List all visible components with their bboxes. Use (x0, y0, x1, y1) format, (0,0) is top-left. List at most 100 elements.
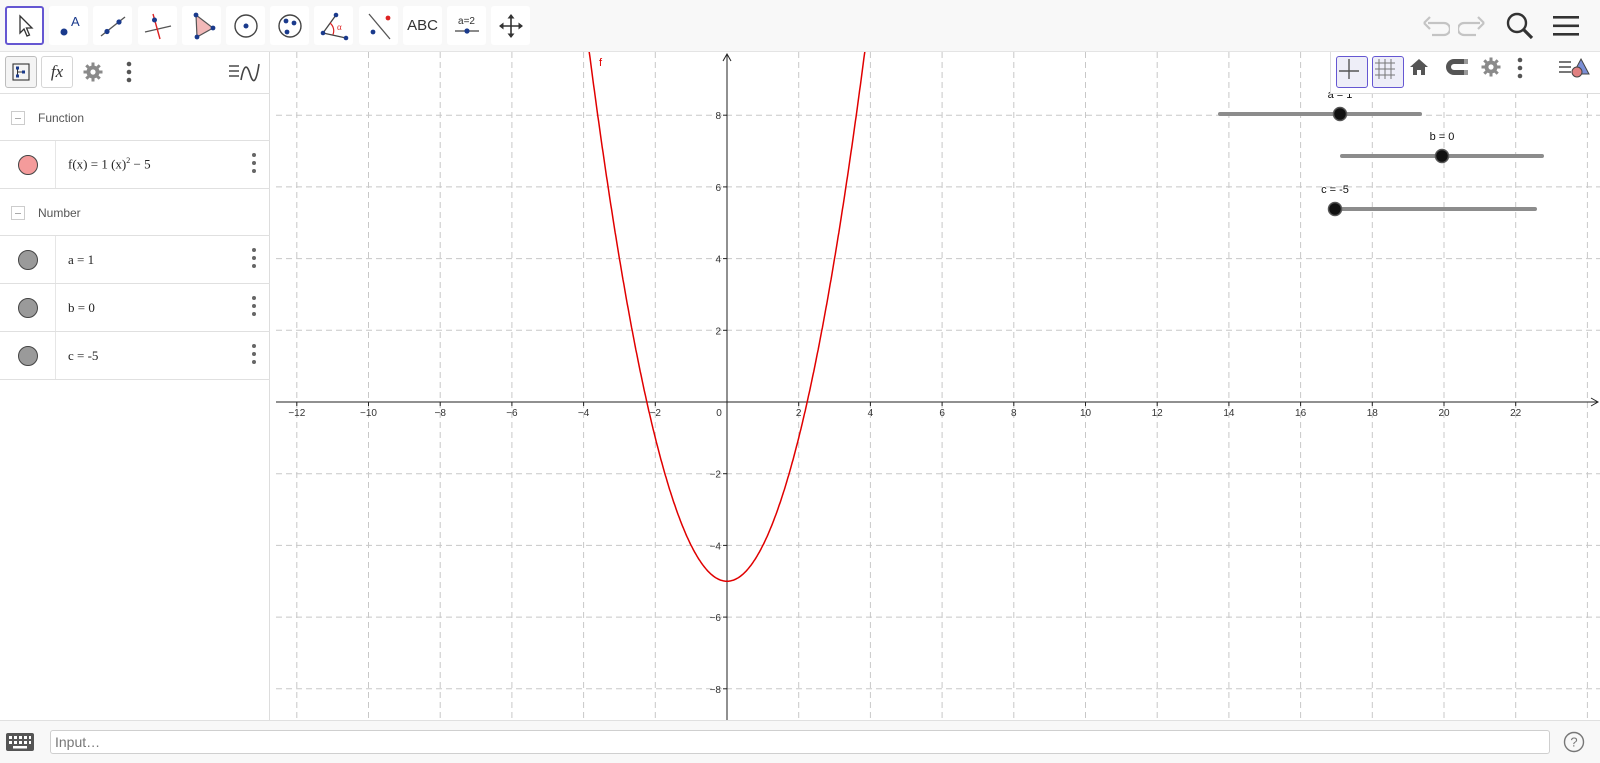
gear-icon (1481, 57, 1501, 77)
perspective-button[interactable] (224, 56, 264, 88)
algebra-settings-button[interactable] (77, 56, 109, 88)
slider-handle[interactable] (1332, 106, 1348, 122)
slider-label: c = -5 (1321, 184, 1349, 196)
function-definition[interactable]: f(x) = 1 (x)2 − 5 (68, 156, 151, 172)
collapse-function-icon[interactable] (11, 110, 25, 125)
x-tick-label: 2 (796, 408, 802, 419)
point-tool-label: A (71, 14, 80, 29)
algebra-item-f[interactable]: f(x) = 1 (x)2 − 5 (0, 141, 270, 189)
grid-toggle-button[interactable] (1372, 56, 1404, 88)
text-tool[interactable]: ABC (403, 6, 442, 45)
x-tick-label: 22 (1510, 408, 1522, 419)
more-vert-icon (126, 61, 132, 83)
circle-three-points-tool[interactable] (270, 6, 309, 45)
group-header-number[interactable]: Number (0, 190, 270, 236)
algebra-input-field[interactable] (50, 730, 1550, 754)
y-tick-label: −2 (710, 470, 722, 481)
move-tool[interactable] (5, 6, 44, 45)
geogebra-app: A α ABC a=2 fx Function f(x) = 1 (x)2 − … (0, 0, 1600, 763)
y-tick-label: 2 (715, 326, 721, 337)
more-vert-icon[interactable] (252, 344, 258, 364)
arrow-cursor-icon (18, 13, 34, 37)
move-view-tool[interactable] (491, 6, 530, 45)
number-definition-b[interactable]: b = 0 (68, 300, 95, 316)
style-bar-icon (1559, 57, 1590, 78)
y-tick-label: 6 (715, 183, 721, 194)
slider-tool[interactable]: a=2 (447, 6, 486, 45)
visibility-toggle-c[interactable] (17, 345, 38, 366)
graphics-view[interactable]: −12 −10 −8 −6 −4 −2 0 2 4 6 8 10 12 14 16 18 20 22 8 6 4 2 −2 −… (276, 52, 1600, 720)
group-header-function[interactable]: Function (0, 95, 270, 141)
function-label-f[interactable]: f (599, 57, 603, 69)
x-tick-label: −4 (578, 408, 590, 419)
marble-cell (0, 236, 56, 283)
toolbar: A α ABC a=2 (0, 0, 1600, 52)
reflect-tool[interactable] (359, 6, 398, 45)
undo-icon (1423, 16, 1450, 37)
input-bar: ? (0, 720, 1600, 763)
help-button[interactable]: ? (1563, 731, 1585, 753)
keyboard-button[interactable] (5, 732, 35, 752)
y-tick-label: −8 (710, 685, 722, 696)
tree-view-icon (12, 63, 30, 81)
visibility-toggle-a[interactable] (17, 249, 38, 270)
x-tick-label: 18 (1367, 408, 1379, 419)
more-vert-icon[interactable] (252, 248, 258, 268)
algebra-more-button[interactable] (113, 56, 145, 88)
redo-button[interactable] (1454, 8, 1490, 44)
slider-c[interactable]: c = -5 (1321, 184, 1537, 217)
number-definition-c[interactable]: c = -5 (68, 348, 98, 364)
polygon-tool[interactable] (182, 6, 221, 45)
function-constant: − 5 (130, 156, 151, 172)
home-icon (1410, 59, 1428, 75)
magnet-icon (1446, 59, 1468, 75)
algebra-item-b[interactable]: b = 0 (0, 284, 270, 332)
help-icon: ? (1563, 731, 1585, 753)
tree-view-button[interactable] (5, 56, 37, 88)
tick-labels: −12 −10 −8 −6 −4 −2 0 2 4 6 8 10 12 14 16 18 20 22 8 6 4 2 −2 −… (288, 111, 1521, 696)
more-vert-icon[interactable] (252, 153, 258, 173)
angle-tool[interactable]: α (314, 6, 353, 45)
collapse-number-icon[interactable] (11, 205, 25, 220)
angle-icon: α (320, 12, 348, 40)
axes (276, 52, 1600, 720)
svg-text:?: ? (1570, 735, 1577, 750)
angle-tool-label: α (337, 22, 342, 32)
point-capturing-button[interactable] (1444, 56, 1476, 88)
fx-icon: fx (50, 62, 64, 81)
standard-view-button[interactable] (1408, 56, 1440, 88)
point-tool[interactable]: A (49, 6, 88, 45)
more-vert-icon[interactable] (252, 296, 258, 316)
style-bar-toggle-button[interactable] (1557, 56, 1597, 88)
more-vert-icon (1517, 57, 1523, 79)
circle-center-tool[interactable] (226, 6, 265, 45)
x-tick-label: 6 (939, 408, 945, 419)
graphics-more-button[interactable] (1516, 56, 1548, 88)
algebra-description-button[interactable]: fx (41, 56, 73, 88)
undo-button[interactable] (1418, 8, 1454, 44)
keyboard-icon (6, 733, 34, 751)
graphics-style-bar (1330, 52, 1600, 94)
x-tick-label: −8 (434, 408, 446, 419)
graphics-settings-button[interactable] (1480, 56, 1512, 88)
grid-toggle-icon (1375, 59, 1395, 79)
text-tool-icon: ABC (407, 17, 438, 34)
x-tick-label: −6 (506, 408, 518, 419)
visibility-toggle-f[interactable] (17, 154, 38, 175)
number-definition-a[interactable]: a = 1 (68, 252, 94, 268)
visibility-toggle-b[interactable] (17, 297, 38, 318)
search-button[interactable] (1502, 8, 1538, 44)
main-menu-button[interactable] (1548, 8, 1584, 44)
function-lhs: f(x) (68, 156, 88, 172)
line-tool[interactable] (93, 6, 132, 45)
axes-toggle-button[interactable] (1336, 56, 1368, 88)
x-tick-label: 4 (868, 408, 874, 419)
algebra-item-c[interactable]: c = -5 (0, 332, 270, 380)
slider-handle[interactable] (1327, 201, 1343, 217)
x-tick-label: 20 (1438, 408, 1450, 419)
algebra-item-a[interactable]: a = 1 (0, 236, 270, 284)
slider-handle[interactable] (1434, 148, 1450, 164)
x-tick-label: −12 (288, 408, 305, 419)
coordinate-plane[interactable]: −12 −10 −8 −6 −4 −2 0 2 4 6 8 10 12 14 16 18 20 22 8 6 4 2 −2 −… (276, 52, 1600, 720)
perpendicular-line-tool[interactable] (138, 6, 177, 45)
